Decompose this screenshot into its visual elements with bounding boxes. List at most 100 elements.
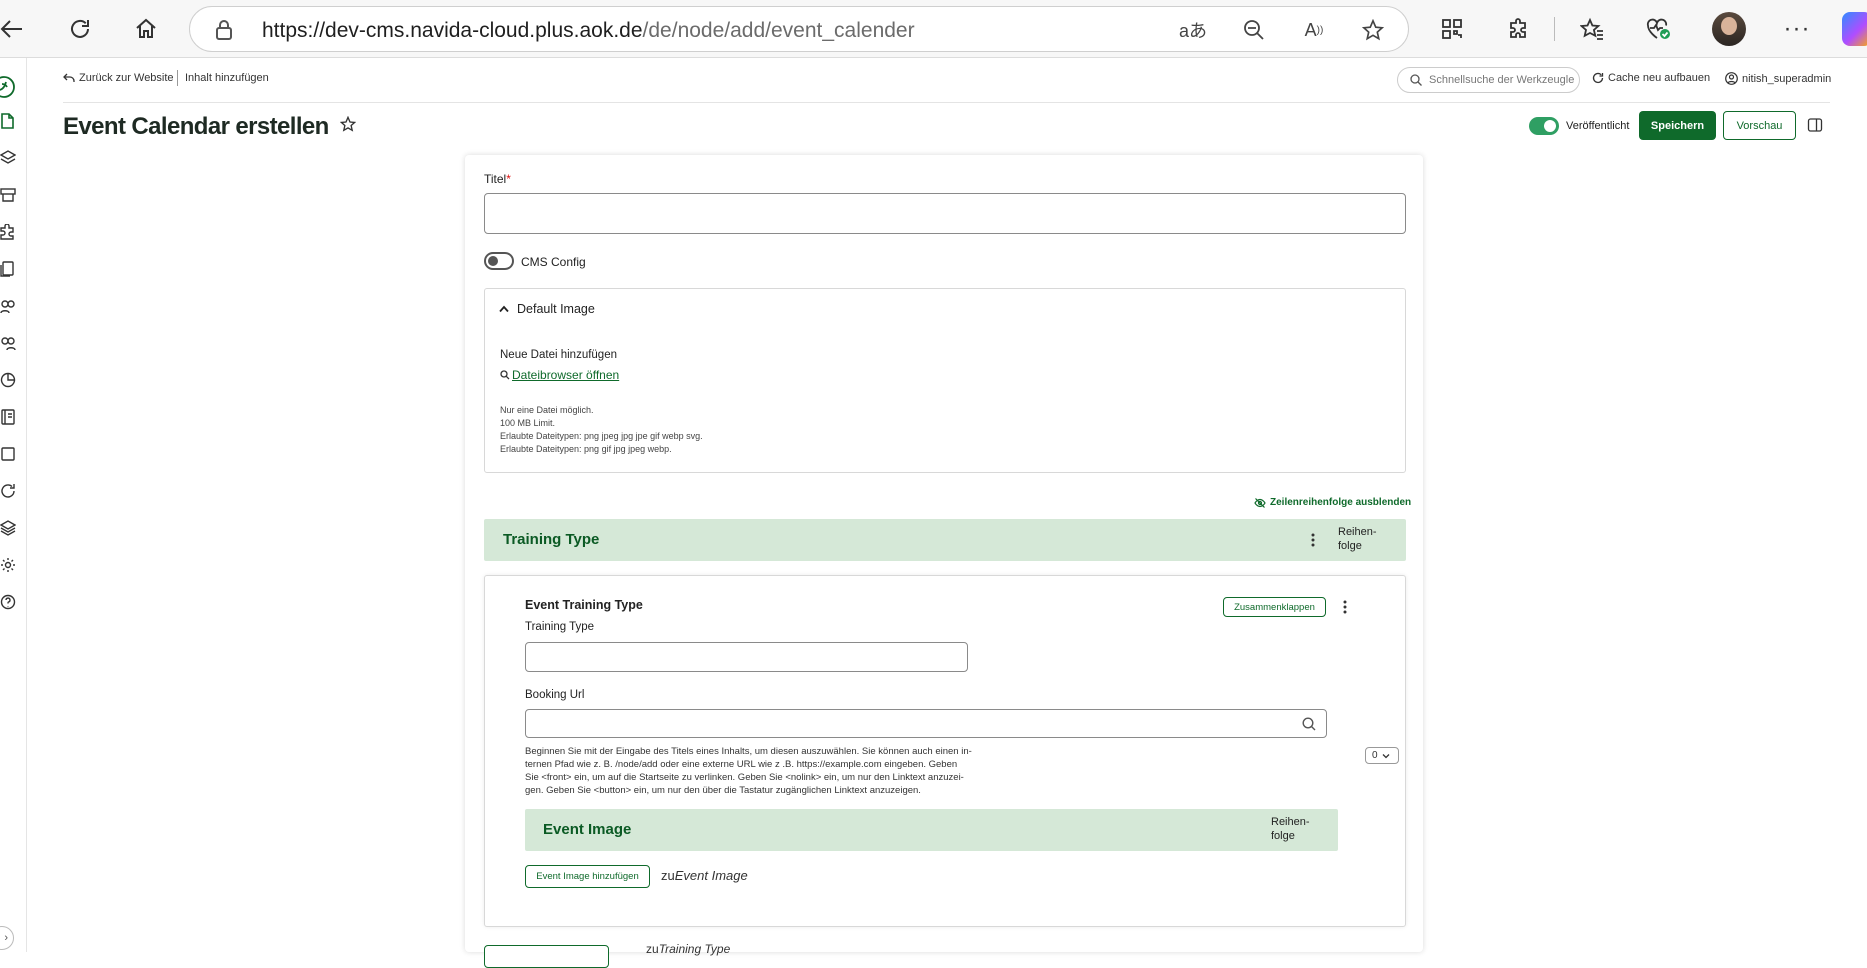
extensions-icon[interactable] bbox=[1501, 11, 1537, 47]
magnifier-icon bbox=[500, 370, 510, 380]
row-order-label: Zeilenreihenfolge ausblenden bbox=[1270, 497, 1412, 508]
cms-config-toggle[interactable] bbox=[484, 252, 514, 270]
help-line-4: gen. Geben Sie <button> ein, um nur den … bbox=[525, 785, 921, 796]
help-line-3: Sie <front> ein, um auf die Startseite z… bbox=[525, 772, 964, 783]
event-image-header: Event Image Reihen- folge bbox=[525, 809, 1338, 851]
browser-health-icon[interactable] bbox=[1640, 11, 1676, 47]
save-button[interactable]: Speichern bbox=[1639, 111, 1716, 140]
more-options-icon[interactable]: ··· bbox=[1779, 11, 1815, 47]
breadcrumb-label: Inhalt hinzufügen bbox=[185, 72, 269, 84]
settings-gear-icon[interactable] bbox=[0, 557, 16, 573]
quick-search-input[interactable]: Schnellsuche der Werkzeugle bbox=[1397, 67, 1580, 93]
extend-icon[interactable] bbox=[0, 224, 16, 240]
home-icon[interactable] bbox=[128, 11, 164, 47]
training-type-title: Training Type bbox=[503, 531, 600, 548]
return-arrow-icon bbox=[63, 73, 75, 83]
qr-code-icon[interactable] bbox=[1434, 11, 1470, 47]
event-image-title: Event Image bbox=[543, 821, 632, 838]
row-order-toggle[interactable]: Zeilenreihenfolge ausblenden bbox=[1254, 497, 1411, 508]
booking-url-input[interactable] bbox=[525, 709, 1327, 738]
reports-icon[interactable] bbox=[0, 372, 16, 388]
search-placeholder: Schnellsuche der Werkzeugle bbox=[1429, 74, 1575, 86]
add-training-type-button[interactable] bbox=[484, 945, 609, 968]
eye-slash-icon bbox=[1254, 497, 1266, 508]
square-icon[interactable] bbox=[0, 446, 16, 462]
default-image-panel: Default Image Neue Datei hinzufügen Date… bbox=[484, 288, 1406, 473]
add-training-type-target: zuTraining Type bbox=[646, 942, 731, 956]
url-text: https://dev-cms.navida-cloud.plus.aok.de… bbox=[262, 19, 915, 42]
blocks-icon[interactable] bbox=[0, 187, 16, 203]
weight-value: 0 bbox=[1372, 750, 1378, 761]
file-browser-link[interactable]: Dateibrowser öffnen bbox=[500, 368, 619, 382]
booking-url-help: Beginnen Sie mit der Eingabe des Titels … bbox=[525, 745, 1000, 797]
users-icon[interactable] bbox=[0, 335, 16, 351]
people-icon[interactable] bbox=[0, 298, 16, 314]
search-icon bbox=[1302, 717, 1316, 731]
add-event-image-button[interactable]: Event Image hinzufügen bbox=[525, 865, 650, 888]
page-title: Event Calendar erstellen bbox=[63, 113, 329, 140]
reload-icon[interactable] bbox=[62, 11, 98, 47]
zoom-out-icon[interactable] bbox=[1239, 15, 1269, 45]
help-line-2: ternen Pfad wie z. B. /node/add oder ein… bbox=[525, 759, 958, 770]
booking-url-label: Booking Url bbox=[525, 689, 585, 701]
training-type-label: Training Type bbox=[525, 621, 595, 633]
logo-icon[interactable] bbox=[0, 75, 16, 99]
expand-sidebar-icon[interactable]: › bbox=[0, 926, 14, 950]
content-icon[interactable] bbox=[0, 113, 16, 129]
search-icon bbox=[1410, 74, 1422, 86]
toolbar-divider-line bbox=[63, 102, 1830, 103]
file-browser-link-label: Dateibrowser öffnen bbox=[512, 368, 620, 382]
browser-toolbar: https://dev-cms.navida-cloud.plus.aok.de… bbox=[0, 0, 1867, 58]
favorite-star-icon[interactable] bbox=[1358, 15, 1388, 45]
add-event-image-target: zuEvent Image bbox=[661, 868, 748, 883]
preview-button[interactable]: Vorschau bbox=[1723, 111, 1796, 140]
copilot-icon[interactable] bbox=[1842, 12, 1867, 46]
more-actions-icon[interactable] bbox=[1310, 531, 1316, 549]
rebuild-cache-button[interactable]: Cache neu aufbauen bbox=[1592, 72, 1710, 84]
paragraph-title: Event Training Type bbox=[525, 598, 643, 612]
training-type-header: Training Type Reihen- folge bbox=[484, 519, 1406, 561]
title-input[interactable] bbox=[484, 193, 1406, 234]
toolbar-divider bbox=[1554, 17, 1555, 41]
chevron-up-icon bbox=[499, 305, 509, 313]
translate-icon[interactable]: aあ bbox=[1178, 15, 1208, 45]
back-to-website-link[interactable]: Zurück zur Website bbox=[63, 72, 174, 84]
lock-icon bbox=[214, 19, 234, 41]
file-note-1: Nur eine Datei möglich. bbox=[500, 405, 594, 415]
training-type-input[interactable] bbox=[525, 642, 968, 672]
profile-avatar[interactable] bbox=[1712, 12, 1746, 46]
refresh-icon bbox=[1592, 72, 1604, 84]
order-column-label: Reihen- folge bbox=[1338, 526, 1377, 552]
chevron-down-icon bbox=[1382, 753, 1390, 759]
help-line-1: Beginnen Sie mit der Eingabe des Titels … bbox=[525, 746, 972, 757]
back-to-website-label: Zurück zur Website bbox=[79, 72, 174, 84]
rebuild-cache-label: Cache neu aufbauen bbox=[1608, 72, 1711, 84]
media-icon[interactable] bbox=[0, 261, 16, 277]
user-name-label: nitish_superadmin bbox=[1742, 72, 1832, 85]
back-arrow-icon[interactable] bbox=[0, 11, 30, 47]
default-image-heading: Default Image bbox=[517, 302, 595, 316]
layers-icon[interactable] bbox=[0, 520, 16, 536]
address-bar[interactable]: https://dev-cms.navida-cloud.plus.aok.de… bbox=[189, 6, 1409, 52]
favorite-star-icon[interactable] bbox=[340, 116, 356, 132]
user-menu[interactable]: nitish_superadmin bbox=[1725, 72, 1831, 85]
structure-icon[interactable] bbox=[0, 150, 16, 166]
file-note-4: Erlaubte Dateitypen: png gif jpg jpeg we… bbox=[500, 444, 672, 454]
event-image-order-label: Reihen- folge bbox=[1271, 816, 1310, 842]
published-label: Veröffentlicht bbox=[1566, 120, 1630, 132]
node-form-card: Titel* CMS Config Default Image Neue Dat… bbox=[465, 155, 1423, 968]
sync-icon[interactable] bbox=[0, 483, 16, 499]
read-aloud-icon[interactable]: A)) bbox=[1299, 15, 1329, 45]
default-image-summary[interactable]: Default Image bbox=[499, 302, 595, 316]
help-icon[interactable] bbox=[0, 594, 16, 610]
toolbar-separator bbox=[177, 70, 178, 86]
published-toggle[interactable] bbox=[1529, 117, 1559, 135]
weight-select[interactable]: 0 bbox=[1365, 747, 1399, 764]
breadcrumb: Inhalt hinzufügen bbox=[185, 72, 269, 84]
book-icon[interactable] bbox=[0, 409, 16, 425]
favorites-icon[interactable] bbox=[1574, 11, 1610, 47]
paragraph-actions-icon[interactable] bbox=[1342, 599, 1348, 617]
sidebar-toggle-icon[interactable] bbox=[1807, 117, 1823, 133]
file-note-2: 100 MB Limit. bbox=[500, 418, 556, 428]
collapse-button[interactable]: Zusammenklappen bbox=[1223, 597, 1326, 617]
